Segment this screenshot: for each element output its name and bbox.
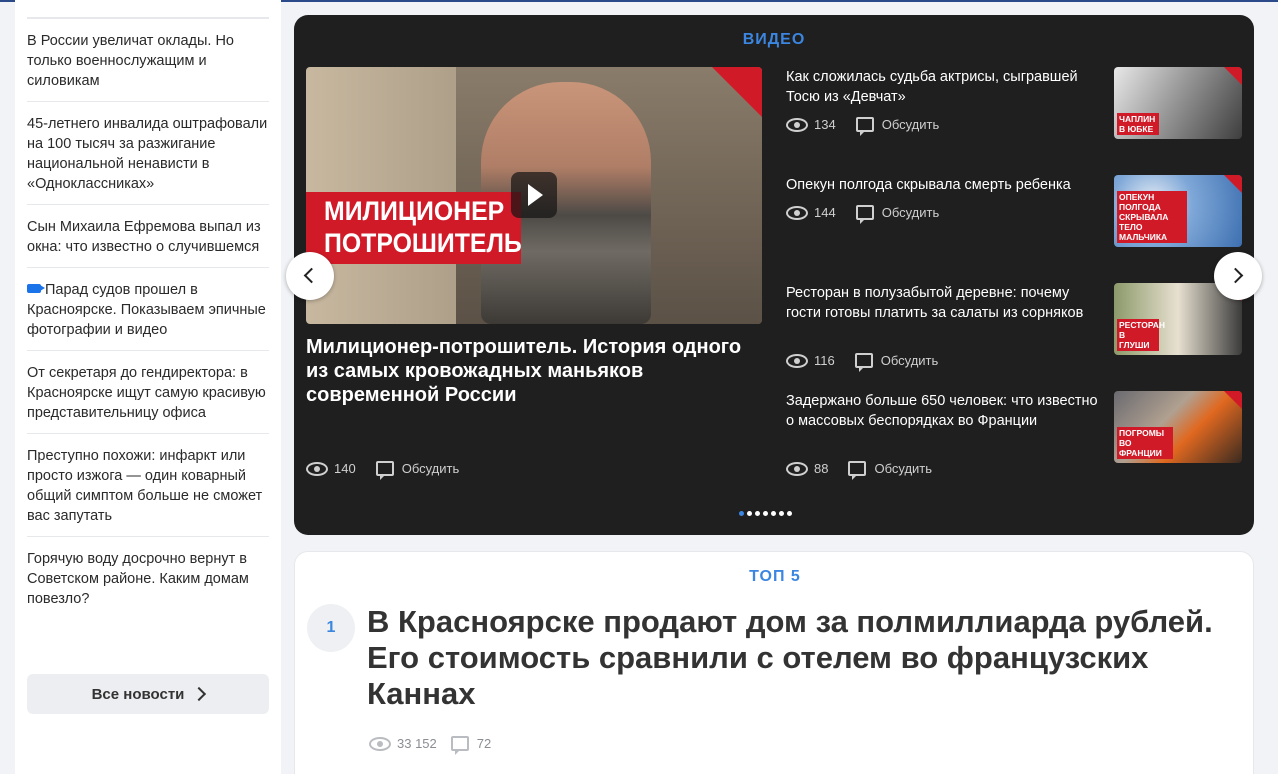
side-video-meta: 88 Обсудить — [786, 461, 932, 480]
discuss-link[interactable]: Обсудить — [402, 461, 460, 476]
thumb-caption-line2: ПОТРОШИТЕЛЬ — [324, 228, 522, 258]
carousel-dot[interactable] — [755, 511, 760, 516]
views-count: 88 — [814, 461, 829, 476]
side-video-title[interactable]: Ресторан в полузабытой деревне: почему г… — [786, 283, 1101, 323]
side-video-meta: 144 Обсудить — [786, 205, 940, 224]
carousel-dot[interactable] — [771, 511, 776, 516]
news-item[interactable]: Преступно похожи: инфаркт или просто изж… — [27, 433, 269, 536]
side-video-title[interactable]: Как сложилась судьба актрисы, сыгравшей … — [786, 67, 1101, 107]
thumb-caption: ОПЕКУН ПОЛГОДА СКРЫВАЛА ТЕЛО МАЛЬЧИКА — [1117, 191, 1187, 243]
side-video-item[interactable]: Как сложилась судьба актрисы, сыгравшей … — [786, 67, 1242, 157]
discuss-link[interactable]: Обсудить — [881, 353, 939, 368]
views-count: 140 — [334, 461, 356, 476]
carousel-dot[interactable] — [779, 511, 784, 516]
discuss-link[interactable]: Обсудить — [882, 117, 940, 132]
news-item[interactable]: 45-летнего инвалида оштрафовали на 100 т… — [27, 101, 269, 204]
comment-icon[interactable] — [848, 461, 867, 480]
side-video-item[interactable]: Опекун полгода скрывала смерть ребенка 1… — [786, 175, 1242, 265]
chevron-left-icon — [303, 267, 320, 284]
eye-icon — [786, 117, 808, 132]
discuss-link[interactable]: Обсудить — [882, 205, 940, 220]
news-sidebar: В России увеличат оклады. Но только воен… — [15, 0, 281, 774]
play-icon[interactable] — [511, 172, 557, 218]
side-video-title[interactable]: Задержано больше 650 человек: что извест… — [786, 391, 1101, 431]
comment-icon[interactable] — [855, 205, 874, 224]
red-corner — [1224, 67, 1242, 85]
side-video-meta: 134 Обсудить — [786, 117, 940, 136]
main-video-thumbnail[interactable]: МИЛИЦИОНЕР ПОТРОШИТЕЛЬ — [306, 67, 762, 324]
news-list: В России увеличат оклады. Но только воен… — [27, 0, 269, 619]
thumb-caption-line1: МИЛИЦИОНЕР — [324, 196, 505, 226]
comment-icon[interactable] — [855, 117, 874, 136]
top5-heading[interactable]: ТОП 5 — [295, 568, 1255, 586]
top5-article-title[interactable]: В Красноярске продают дом за полмиллиард… — [367, 604, 1227, 712]
top5-article-meta: 33 152 72 — [369, 736, 491, 755]
all-news-button[interactable]: Все новости — [27, 674, 269, 714]
red-corner — [712, 67, 762, 117]
side-video-thumbnail[interactable]: ЧАПЛИН В ЮБКЕ — [1114, 67, 1242, 139]
carousel-dot[interactable] — [739, 511, 744, 516]
rank-badge: 1 — [307, 604, 355, 652]
comments-count[interactable]: 72 — [477, 736, 491, 751]
news-item[interactable]: Сын Михаила Ефремова выпал из окна: что … — [27, 204, 269, 267]
side-video-item[interactable]: Ресторан в полузабытой деревне: почему г… — [786, 283, 1242, 383]
views-count: 134 — [814, 117, 836, 132]
discuss-link[interactable]: Обсудить — [874, 461, 932, 476]
red-corner — [1224, 391, 1242, 409]
video-section: ВИДЕО МИЛИЦИОНЕР ПОТРОШИТЕЛЬ Милиционер-… — [286, 15, 1262, 535]
news-item[interactable]: Парад судов прошел в Красноярске. Показы… — [27, 267, 269, 350]
news-item[interactable]: В России увеличат оклады. Но только воен… — [27, 18, 269, 101]
news-item[interactable]: Горячую воду досрочно вернут в Советском… — [27, 536, 269, 619]
side-video-thumbnail[interactable]: ОПЕКУН ПОЛГОДА СКРЫВАЛА ТЕЛО МАЛЬЧИКА — [1114, 175, 1242, 247]
eye-icon — [786, 461, 808, 476]
views-count: 33 152 — [397, 736, 437, 751]
carousel-prev-button[interactable] — [286, 252, 334, 300]
eye-icon — [369, 736, 391, 751]
all-news-label: Все новости — [91, 685, 185, 703]
side-video-item[interactable]: Задержано больше 650 человек: что извест… — [786, 391, 1242, 491]
top5-section: ТОП 5 1 В Красноярске продают дом за пол… — [294, 551, 1254, 774]
thumb-caption: ЧАПЛИН В ЮБКЕ — [1117, 113, 1159, 135]
thumb-caption: ПОГРОМЫ ВО ФРАНЦИИ — [1117, 427, 1173, 459]
eye-icon — [786, 205, 808, 220]
thumb-caption: МИЛИЦИОНЕР ПОТРОШИТЕЛЬ — [324, 195, 522, 259]
comment-icon[interactable] — [375, 461, 394, 480]
views-count: 144 — [814, 205, 836, 220]
eye-icon — [786, 353, 808, 368]
news-list-top — [27, 0, 269, 18]
red-corner — [1224, 175, 1242, 193]
video-heading[interactable]: ВИДЕО — [294, 31, 1254, 49]
news-item[interactable]: От секретаря до гендиректора: в Краснояр… — [27, 350, 269, 433]
carousel-next-button[interactable] — [1214, 252, 1262, 300]
comment-icon[interactable] — [450, 736, 469, 755]
chevron-right-icon — [1227, 267, 1244, 284]
side-video-thumbnail[interactable]: ПОГРОМЫ ВО ФРАНЦИИ — [1114, 391, 1242, 463]
carousel-dot[interactable] — [787, 511, 792, 516]
side-video-meta: 116 Обсудить — [786, 353, 939, 372]
side-video-title[interactable]: Опекун полгода скрывала смерть ребенка — [786, 175, 1101, 195]
main-video-title[interactable]: Милиционер-потрошитель. История одного и… — [306, 335, 762, 407]
carousel-dots — [739, 511, 792, 516]
chevron-right-icon — [192, 686, 207, 702]
carousel-dot[interactable] — [763, 511, 768, 516]
video-camera-icon — [27, 284, 45, 293]
thumb-caption: РЕСТОРАН В ГЛУШИ — [1117, 319, 1166, 351]
main-video-meta: 140 Обсудить — [306, 461, 460, 480]
eye-icon — [306, 461, 328, 476]
carousel-dot[interactable] — [747, 511, 752, 516]
comment-icon[interactable] — [854, 353, 873, 372]
views-count: 116 — [814, 353, 835, 368]
